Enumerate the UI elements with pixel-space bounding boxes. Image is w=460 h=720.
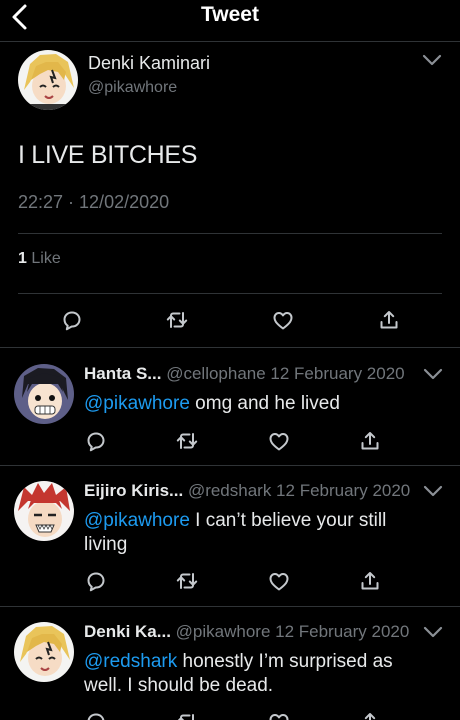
heart-icon[interactable]: [271, 308, 295, 332]
reply-tweet[interactable]: Eijiro Kiris... @redshark 12 February 20…: [0, 466, 460, 607]
retweet-icon[interactable]: [175, 710, 199, 720]
reply-header: Hanta S... @cellophane 12 February 2020: [84, 364, 405, 384]
mention-link[interactable]: @redshark: [84, 651, 177, 672]
share-icon[interactable]: [358, 429, 382, 453]
heart-icon[interactable]: [267, 710, 291, 720]
chevron-down-icon[interactable]: [422, 367, 444, 381]
like-count-number: 1: [18, 250, 27, 267]
comment-icon[interactable]: [84, 429, 108, 453]
mention-link[interactable]: @pikawhore: [84, 393, 190, 414]
reply-text: @redshark honestly I’m surprised as well…: [84, 650, 424, 698]
reply-tweet[interactable]: Denki Ka... @pikawhore 12 February 2020 …: [0, 607, 460, 720]
reply-header: Eijiro Kiris... @redshark 12 February 20…: [84, 481, 410, 501]
reply-meta: @redshark 12 February 2020: [187, 481, 411, 500]
comment-icon[interactable]: [60, 308, 84, 332]
chevron-down-icon[interactable]: [422, 484, 444, 498]
chevron-down-icon[interactable]: [421, 53, 443, 67]
reply-author-name[interactable]: Denki Ka...: [84, 622, 171, 641]
reply-text: @pikawhore I can’t believe your still li…: [84, 509, 424, 557]
author-handle[interactable]: @pikawhore: [88, 79, 177, 97]
like-count[interactable]: 1 Like: [18, 250, 61, 268]
heart-icon[interactable]: [267, 569, 291, 593]
reply-author-name[interactable]: Hanta S...: [84, 364, 161, 383]
tweet-timestamp: 22:27 · 12/02/2020: [18, 192, 170, 212]
heart-icon[interactable]: [267, 429, 291, 453]
reply-header: Denki Ka... @pikawhore 12 February 2020: [84, 622, 409, 642]
avatar[interactable]: [14, 364, 74, 424]
reply-text: @pikawhore omg and he lived: [84, 392, 424, 416]
share-icon[interactable]: [358, 569, 382, 593]
reply-tweet[interactable]: Hanta S... @cellophane 12 February 2020 …: [0, 349, 460, 466]
divider: [18, 233, 442, 234]
comment-icon[interactable]: [84, 710, 108, 720]
retweet-icon[interactable]: [175, 569, 199, 593]
top-bar: Tweet: [0, 0, 460, 42]
avatar[interactable]: [14, 622, 74, 682]
reply-author-name[interactable]: Eijiro Kiris...: [84, 481, 183, 500]
like-count-label: Like: [31, 250, 61, 267]
author-name[interactable]: Denki Kaminari: [88, 53, 210, 74]
mention-link[interactable]: @pikawhore: [84, 510, 190, 531]
avatar[interactable]: [14, 481, 74, 541]
reply-meta: @pikawhore 12 February 2020: [175, 622, 410, 641]
retweet-icon[interactable]: [165, 308, 189, 332]
reply-body: omg and he lived: [189, 393, 340, 414]
share-icon[interactable]: [358, 710, 382, 720]
divider: [18, 293, 442, 294]
share-icon[interactable]: [377, 308, 401, 332]
reply-meta: @cellophane 12 February 2020: [166, 364, 405, 383]
tweet-text: I LIVE BITCHES: [18, 141, 198, 169]
retweet-icon[interactable]: [175, 429, 199, 453]
comment-icon[interactable]: [84, 569, 108, 593]
main-tweet: Denki Kaminari @pikawhore I LIVE BITCHES…: [0, 42, 460, 348]
page-title: Tweet: [201, 3, 259, 26]
avatar[interactable]: [18, 50, 78, 110]
chevron-down-icon[interactable]: [422, 625, 444, 639]
